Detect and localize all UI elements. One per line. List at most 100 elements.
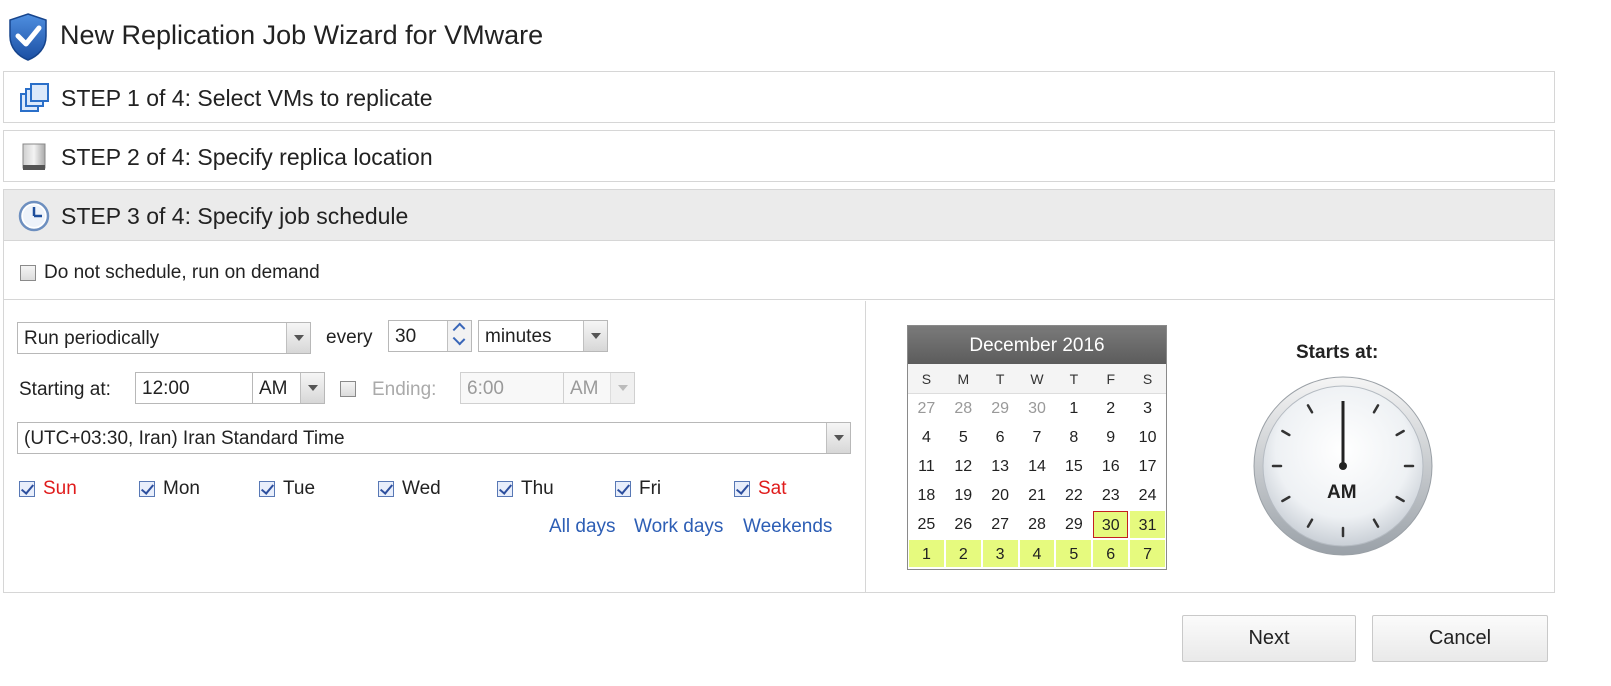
calendar-weekday: S [921, 371, 932, 387]
ending-label: Ending: [372, 379, 437, 400]
timezone-value: (UTC+03:30, Iran) Iran Standard Time [24, 428, 345, 449]
start-time-input[interactable]: 12:00 [135, 372, 253, 404]
start-time-value: 12:00 [142, 378, 190, 399]
step-select-vms[interactable]: STEP 1 of 4: Select VMs to replicate [3, 71, 1555, 123]
calendar-day[interactable]: 11 [908, 452, 945, 481]
calendar-day[interactable]: 7 [1019, 423, 1056, 452]
calendar-day[interactable]: 6 [982, 423, 1019, 452]
next-button[interactable]: Next [1182, 615, 1356, 662]
timezone-select[interactable]: (UTC+03:30, Iran) Iran Standard Time [17, 422, 851, 454]
interval-stepper[interactable]: 30 [388, 320, 472, 352]
calendar-day[interactable]: 8 [1055, 423, 1092, 452]
storage-icon [22, 143, 46, 170]
calendar-day[interactable]: 22 [1055, 481, 1092, 510]
calendar-day[interactable]: 6 [1092, 539, 1130, 568]
calendar-day[interactable]: 23 [1092, 481, 1129, 510]
calendar-day[interactable]: 3 [981, 539, 1019, 568]
starting-at-label: Starting at: [19, 379, 111, 400]
date-calendar: December 2016 SMTWTFS 27 28 29 30 1 2 3 4 5 6 7 8 9 1… [907, 325, 1167, 570]
calendar-day[interactable]: 18 [908, 481, 945, 510]
calendar-day[interactable]: 4 [908, 423, 945, 452]
calendar-day[interactable]: 30 [1092, 510, 1130, 539]
day-mon-label: Mon [163, 478, 200, 499]
day-wed-checkbox[interactable] [378, 481, 394, 497]
calendar-weekdays: SMTWTFS [908, 364, 1166, 394]
start-ampm-value: AM [259, 378, 288, 399]
calendar-day[interactable]: 31 [1129, 510, 1166, 539]
calendar-day[interactable]: 1 [1055, 394, 1092, 423]
calendar-day[interactable]: 13 [982, 452, 1019, 481]
all-days-link[interactable]: All days [549, 516, 616, 538]
calendar-day[interactable]: 29 [982, 394, 1019, 423]
calendar-day[interactable]: 12 [945, 452, 982, 481]
calendar-day[interactable]: 3 [1129, 394, 1166, 423]
calendar-weekday: T [995, 371, 1005, 387]
day-mon-checkbox[interactable] [139, 481, 155, 497]
wizard-title: New Replication Job Wizard for VMware [60, 20, 544, 50]
calendar-day[interactable]: 28 [1019, 510, 1056, 539]
end-ampm-select[interactable]: AM [563, 372, 635, 404]
cancel-button[interactable]: Cancel [1372, 615, 1548, 662]
calendar-day[interactable]: 27 [982, 510, 1019, 539]
calendar-month-title[interactable]: December 2016 [908, 326, 1166, 364]
day-fri-checkbox[interactable] [615, 481, 631, 497]
day-sat-checkbox[interactable] [734, 481, 750, 497]
vms-icon [20, 83, 49, 112]
day-thu-checkbox[interactable] [497, 481, 513, 497]
calendar-day[interactable]: 9 [1092, 423, 1129, 452]
work-days-link[interactable]: Work days [634, 516, 723, 538]
calendar-day[interactable]: 15 [1055, 452, 1092, 481]
calendar-day[interactable]: 25 [908, 510, 945, 539]
schedule-mode-select[interactable]: Run periodically [17, 322, 311, 354]
end-time-value: 6:00 [467, 378, 504, 399]
calendar-day[interactable]: 14 [1019, 452, 1056, 481]
calendar-day[interactable]: 2 [944, 539, 982, 568]
every-label: every [326, 327, 373, 348]
analog-clock-icon [1253, 376, 1433, 556]
calendar-day[interactable]: 27 [908, 394, 945, 423]
chevron-down-icon [826, 423, 850, 453]
calendar-day[interactable]: 21 [1019, 481, 1056, 510]
calendar-day[interactable]: 17 [1129, 452, 1166, 481]
end-time-input[interactable]: 6:00 [460, 372, 564, 404]
calendar-day[interactable]: 26 [945, 510, 982, 539]
calendar-day[interactable]: 30 [1019, 394, 1056, 423]
step-job-schedule[interactable]: STEP 3 of 4: Specify job schedule [3, 189, 1555, 241]
schedule-mode-value: Run periodically [24, 328, 160, 349]
weekends-link[interactable]: Weekends [743, 516, 832, 538]
calendar-day[interactable]: 29 [1055, 510, 1092, 539]
calendar-weekday: M [957, 371, 970, 387]
day-sun-label: Sun [43, 478, 77, 499]
ending-checkbox[interactable] [340, 381, 356, 397]
calendar-day[interactable]: 4 [1018, 539, 1056, 568]
calendar-day[interactable]: 2 [1092, 394, 1129, 423]
end-ampm-value: AM [570, 378, 599, 399]
calendar-day[interactable]: 24 [1129, 481, 1166, 510]
calendar-day[interactable]: 20 [982, 481, 1019, 510]
spinner-arrows-icon[interactable] [447, 321, 471, 351]
calendar-day[interactable]: 5 [1055, 539, 1093, 568]
shield-check-icon [9, 13, 47, 61]
interval-unit-value: minutes [485, 326, 552, 347]
calendar-day[interactable]: 7 [1129, 539, 1166, 568]
day-sun-checkbox[interactable] [19, 481, 35, 497]
wizard-header: New Replication Job Wizard for VMware [0, 0, 1611, 70]
schedule-options: Run periodically every 30 minutes Starti… [4, 301, 866, 593]
calendar-days: 27 28 29 30 1 2 3 4 5 6 7 8 9 10 11 12 13 14 15 16 17 18 19 20 2… [908, 394, 1166, 568]
interval-unit-select[interactable]: minutes [478, 320, 608, 352]
calendar-day[interactable]: 5 [945, 423, 982, 452]
calendar-day[interactable]: 16 [1092, 452, 1129, 481]
calendar-weekday: T [1069, 371, 1079, 387]
step-replica-location[interactable]: STEP 2 of 4: Specify replica location [3, 130, 1555, 182]
day-thu-label: Thu [521, 478, 554, 499]
chevron-down-icon [300, 373, 324, 403]
calendar-weekday: F [1106, 371, 1115, 387]
calendar-day[interactable]: 19 [945, 481, 982, 510]
calendar-day[interactable]: 1 [908, 539, 945, 568]
day-tue-checkbox[interactable] [259, 481, 275, 497]
day-tue-label: Tue [283, 478, 316, 499]
calendar-day[interactable]: 10 [1129, 423, 1166, 452]
start-ampm-select[interactable]: AM [252, 372, 325, 404]
run-on-demand-checkbox[interactable] [20, 265, 36, 281]
calendar-day[interactable]: 28 [945, 394, 982, 423]
